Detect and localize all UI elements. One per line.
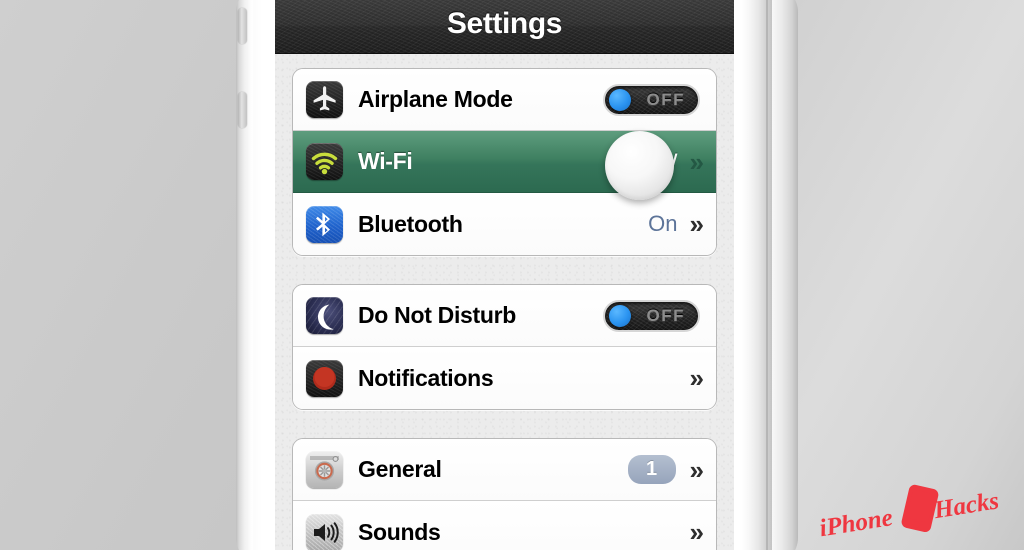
settings-row-sounds[interactable]: Sounds » <box>293 501 716 550</box>
airplane-mode-toggle[interactable]: OFF <box>603 83 700 116</box>
screenshot-stage: Settings Airplane Mode OFF Wi-Fi » Bluet… <box>0 0 1024 550</box>
settings-row-general[interactable]: General 1 » <box>293 439 716 501</box>
volume-up-button[interactable] <box>238 8 247 44</box>
chevron-right-icon: » <box>689 209 705 239</box>
watermark-text-left: iPhone <box>818 504 895 542</box>
toggle-knob <box>609 88 631 111</box>
speaker-icon <box>306 513 343 550</box>
settings-row-label: Sounds <box>358 518 441 545</box>
toggle-state-label: OFF <box>646 89 685 109</box>
touch-point-indicator <box>605 131 674 200</box>
settings-row-label: Bluetooth <box>358 210 463 237</box>
do-not-disturb-toggle[interactable]: OFF <box>603 299 700 332</box>
settings-group-system: General 1 » Sounds » <box>292 438 717 550</box>
chevron-right-icon: » <box>689 517 705 547</box>
settings-row-label: Wi-Fi <box>358 148 413 174</box>
bluetooth-icon <box>306 205 343 243</box>
settings-row-label: Airplane Mode <box>358 86 513 112</box>
navigation-bar: Settings <box>275 0 734 54</box>
page-title: Settings <box>446 7 563 40</box>
wifi-icon <box>306 143 343 180</box>
device-screen: Settings Airplane Mode OFF Wi-Fi » Bluet… <box>275 0 734 550</box>
gear-icon <box>306 451 343 488</box>
device-bezel-left <box>248 0 253 550</box>
settings-row-do-not-disturb[interactable]: Do Not Disturb OFF <box>293 285 716 347</box>
watermark-text-right: Hacks <box>931 487 1001 524</box>
settings-list: Airplane Mode OFF Wi-Fi » Bluetooth On »… <box>275 54 734 550</box>
status-badge: 1 <box>627 455 676 484</box>
toggle-knob <box>609 304 631 327</box>
notifications-icon <box>306 359 343 397</box>
device-bezel-seam <box>766 0 768 550</box>
settings-row-bluetooth[interactable]: Bluetooth On » <box>293 193 716 255</box>
chevron-right-icon: » <box>689 363 705 393</box>
settings-row-label: Do Not Disturb <box>358 302 517 328</box>
chevron-right-icon: » <box>689 454 705 485</box>
airplane-icon <box>306 81 343 118</box>
settings-row-airplane-mode[interactable]: Airplane Mode OFF <box>293 69 716 131</box>
toggle-state-label: OFF <box>646 305 685 325</box>
volume-down-button[interactable] <box>238 92 247 128</box>
settings-row-label: General <box>358 456 442 482</box>
watermark-logo: iPhone Hacks <box>816 480 1006 542</box>
bluetooth-state-value: On <box>648 211 678 236</box>
moon-icon <box>306 297 343 334</box>
settings-row-notifications[interactable]: Notifications » <box>293 347 716 409</box>
settings-group-alerts: Do Not Disturb OFF Notifications » <box>292 284 717 410</box>
settings-row-label: Notifications <box>358 364 494 391</box>
chevron-right-icon: » <box>689 146 705 177</box>
